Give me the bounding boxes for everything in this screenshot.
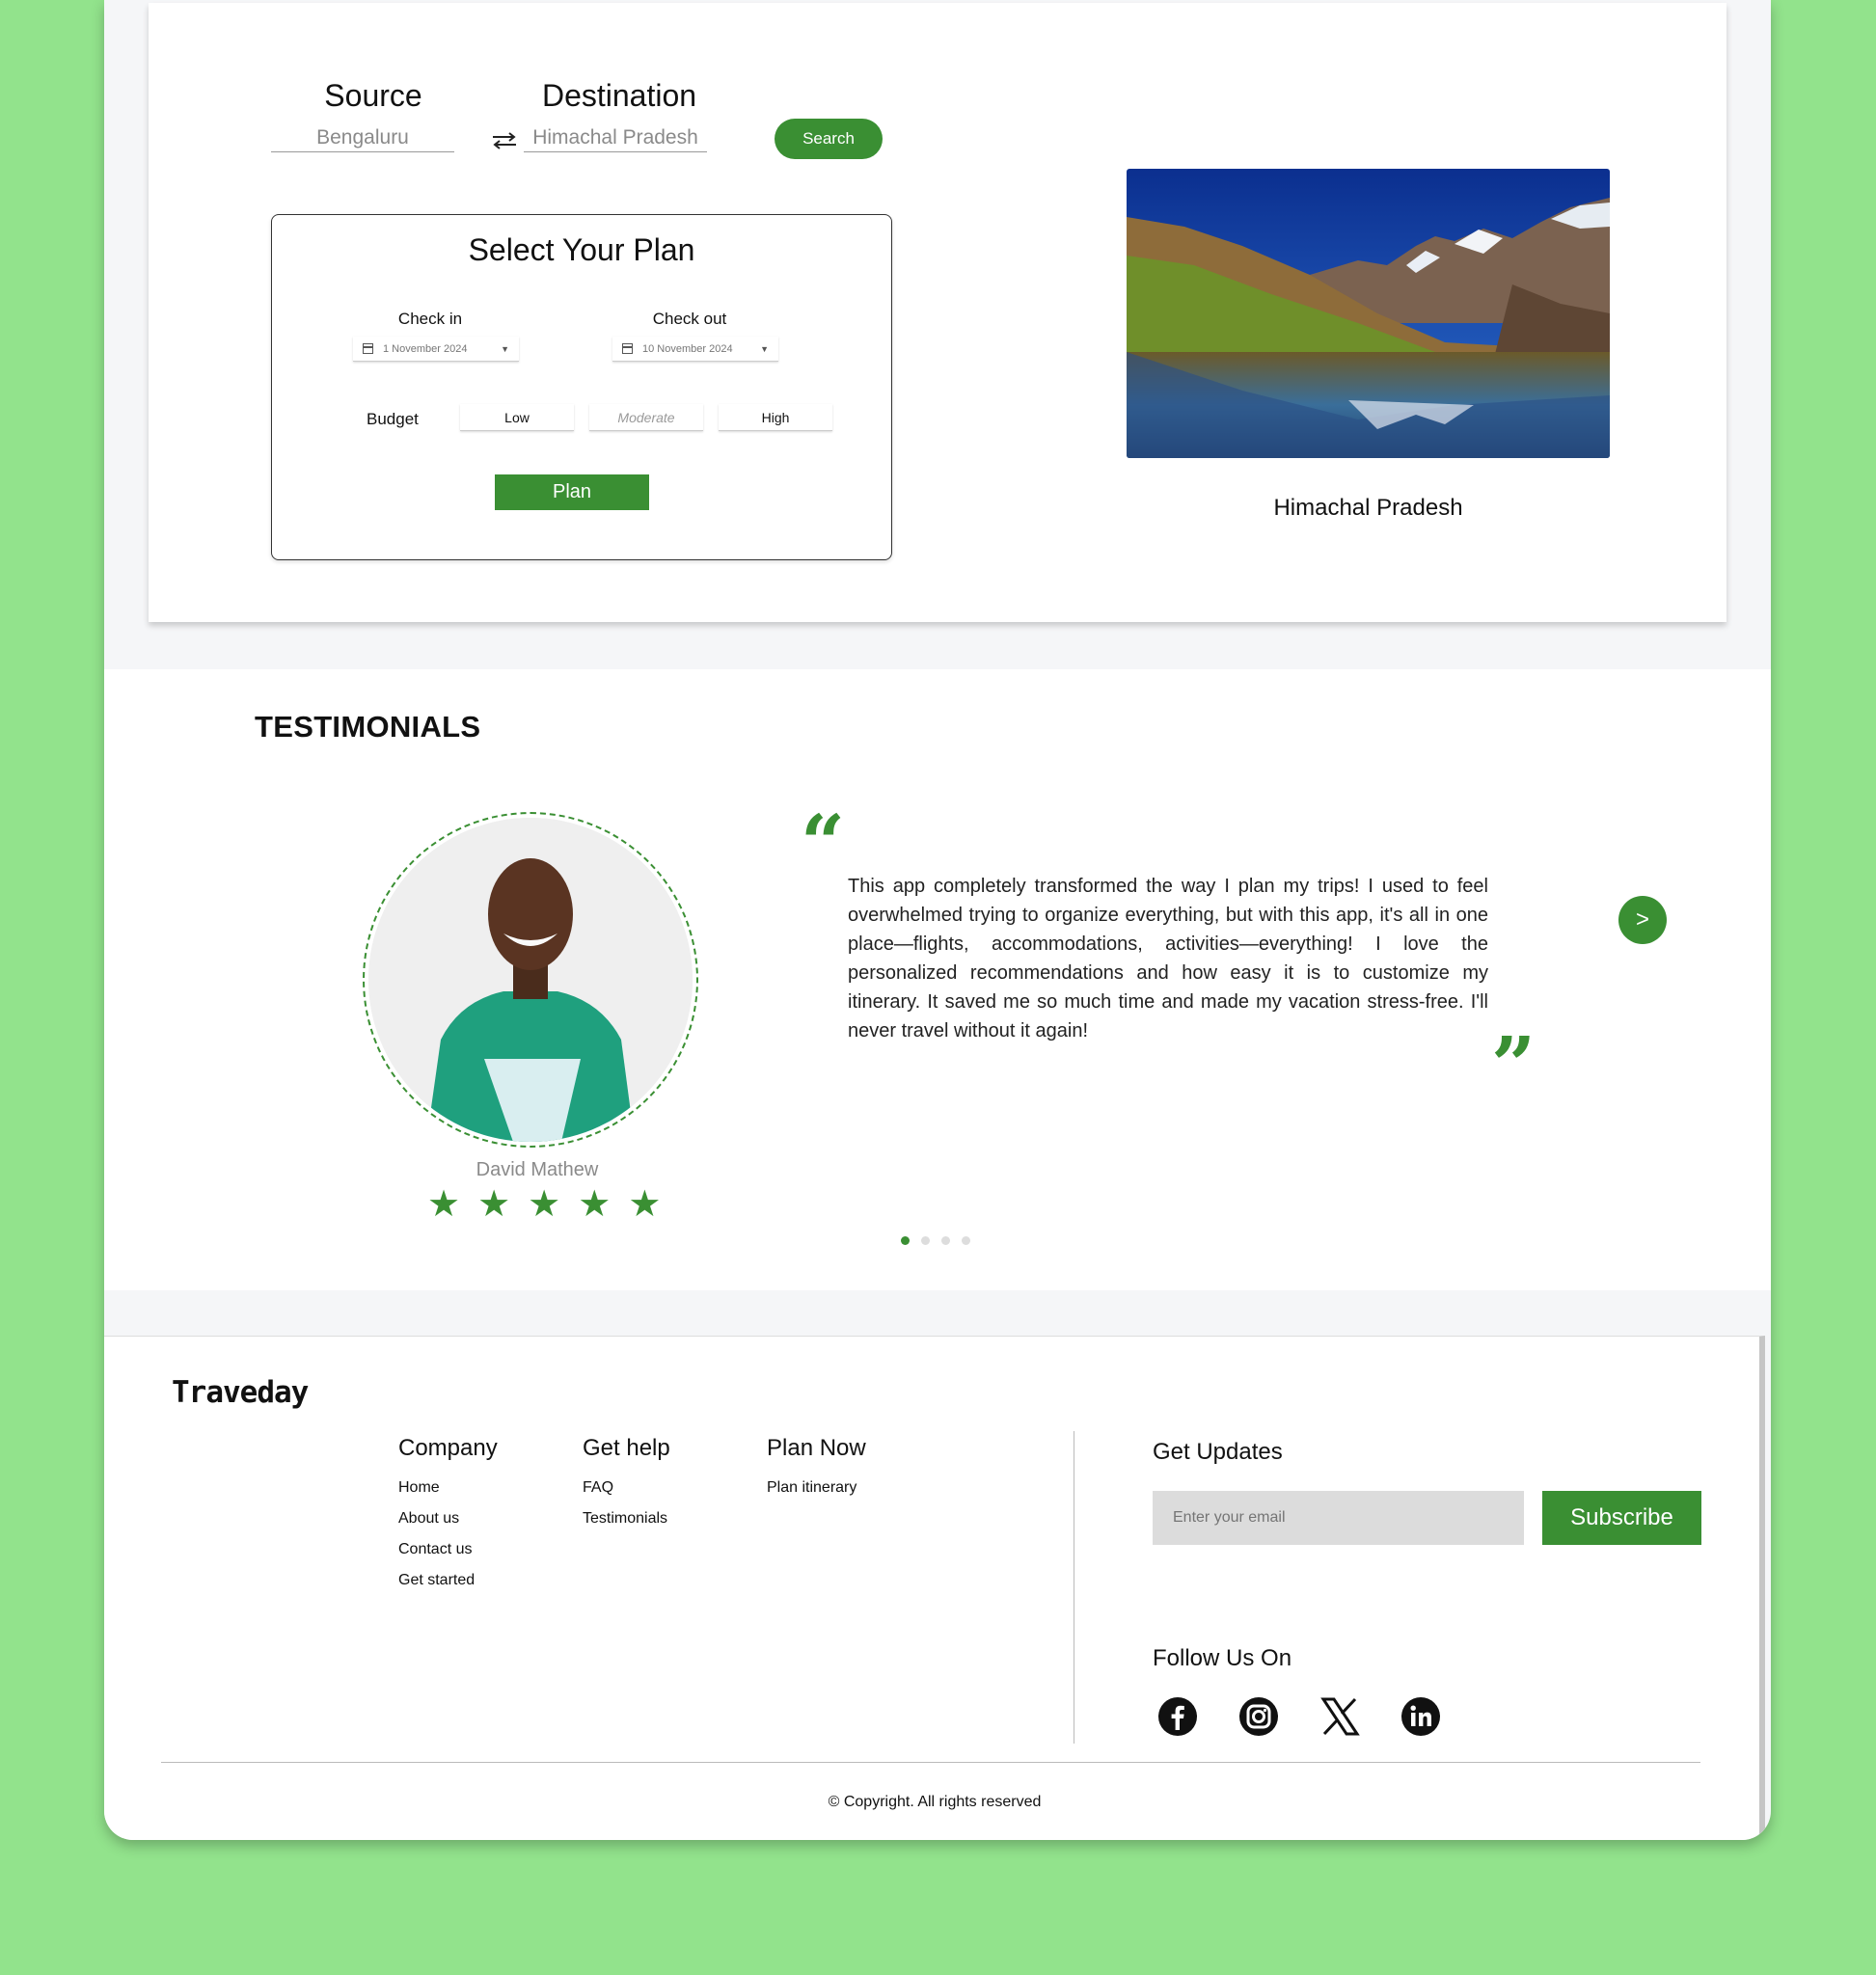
plan-button[interactable]: Plan xyxy=(495,474,649,510)
reviewer-name: David Mathew xyxy=(476,1159,599,1180)
trip-search-card: Source Bengaluru Destination Himachal Pr… xyxy=(149,3,1726,622)
carousel-dot[interactable] xyxy=(901,1236,910,1245)
open-quote-icon: “ xyxy=(801,798,846,888)
check-out-date-picker[interactable]: 10 November 2024 ▼ xyxy=(612,337,778,362)
check-out-value: 10 November 2024 xyxy=(642,342,733,355)
source-input[interactable]: Bengaluru xyxy=(271,126,454,152)
facebook-icon[interactable] xyxy=(1156,1695,1199,1738)
footer-company-title: Company xyxy=(398,1435,498,1461)
footer-link-home[interactable]: Home xyxy=(398,1479,498,1497)
check-in-label: Check in xyxy=(397,310,463,328)
instagram-icon[interactable] xyxy=(1237,1695,1280,1738)
footer-link-testimonials[interactable]: Testimonials xyxy=(583,1510,670,1528)
footer-link-plan-itinerary[interactable]: Plan itinerary xyxy=(767,1479,866,1497)
star-icon: ★ xyxy=(628,1184,662,1225)
footer-plan-column: Plan Now Plan itinerary xyxy=(767,1435,866,1510)
carousel-dots xyxy=(901,1236,970,1245)
footer-link-about-us[interactable]: About us xyxy=(398,1510,498,1528)
destination-caption: Himachal Pradesh xyxy=(1273,495,1463,521)
calendar-icon xyxy=(363,343,373,354)
calendar-icon xyxy=(622,343,633,354)
star-icon: ★ xyxy=(427,1184,461,1225)
search-button[interactable]: Search xyxy=(775,119,883,159)
carousel-dot[interactable] xyxy=(962,1236,970,1245)
avatar-ring xyxy=(363,812,698,1148)
footer-link-faq[interactable]: FAQ xyxy=(583,1479,670,1497)
avatar xyxy=(368,818,693,1142)
budget-option-high[interactable]: High xyxy=(719,404,832,431)
email-field[interactable] xyxy=(1153,1491,1524,1545)
star-icon: ★ xyxy=(528,1184,561,1225)
next-testimonial-button[interactable]: > xyxy=(1618,896,1667,944)
testimonials-section: TESTIMONIALS David Mathew ★ ★ ★ ★ ★ “ Th… xyxy=(104,669,1771,1290)
carousel-dot[interactable] xyxy=(921,1236,930,1245)
testimonial-text: This app completely transformed the way … xyxy=(848,876,1488,1042)
destination-input[interactable]: Himachal Pradesh xyxy=(524,126,707,152)
destination-image xyxy=(1127,169,1610,458)
chevron-down-icon: ▼ xyxy=(760,343,769,354)
plan-selection-panel: Select Your Plan Check in 1 November 202… xyxy=(271,214,892,560)
chevron-down-icon: ▼ xyxy=(501,343,509,354)
budget-option-low[interactable]: Low xyxy=(460,404,574,431)
footer-help-column: Get help FAQ Testimonials xyxy=(583,1435,670,1541)
footer-plan-title: Plan Now xyxy=(767,1435,866,1461)
footer-link-get-started[interactable]: Get started xyxy=(398,1572,498,1589)
swap-icon[interactable] xyxy=(491,131,518,150)
budget-label: Budget xyxy=(367,410,419,428)
updates-title: Get Updates xyxy=(1153,1439,1283,1465)
copyright-text: © Copyright. All rights reserved xyxy=(828,1794,1042,1810)
app-frame: Source Bengaluru Destination Himachal Pr… xyxy=(104,0,1771,1840)
testimonials-title: TESTIMONIALS xyxy=(255,710,481,744)
footer-link-contact-us[interactable]: Contact us xyxy=(398,1541,498,1558)
follow-title: Follow Us On xyxy=(1153,1645,1292,1671)
star-icon: ★ xyxy=(578,1184,612,1225)
footer-help-title: Get help xyxy=(583,1435,670,1461)
subscribe-button[interactable]: Subscribe xyxy=(1542,1491,1701,1545)
carousel-dot[interactable] xyxy=(941,1236,950,1245)
x-icon[interactable] xyxy=(1319,1695,1361,1738)
footer: Traveday Company Home About us Contact u… xyxy=(104,1336,1765,1840)
star-icon: ★ xyxy=(477,1184,511,1225)
check-in-value: 1 November 2024 xyxy=(383,342,468,355)
check-in-date-picker[interactable]: 1 November 2024 ▼ xyxy=(353,337,519,362)
close-quote-icon: ” xyxy=(1491,1019,1536,1110)
brand-logo[interactable]: Traveday xyxy=(172,1375,309,1410)
budget-option-moderate[interactable]: Moderate xyxy=(589,404,703,431)
source-label: Source xyxy=(324,78,422,113)
destination-label: Destination xyxy=(541,78,697,113)
check-out-label: Check out xyxy=(652,310,727,328)
footer-company-column: Company Home About us Contact us Get sta… xyxy=(398,1435,498,1603)
linkedin-icon[interactable] xyxy=(1400,1695,1442,1738)
plan-title: Select Your Plan xyxy=(468,232,695,267)
star-rating: ★ ★ ★ ★ ★ xyxy=(427,1186,661,1223)
footer-bottom-divider xyxy=(161,1762,1700,1763)
